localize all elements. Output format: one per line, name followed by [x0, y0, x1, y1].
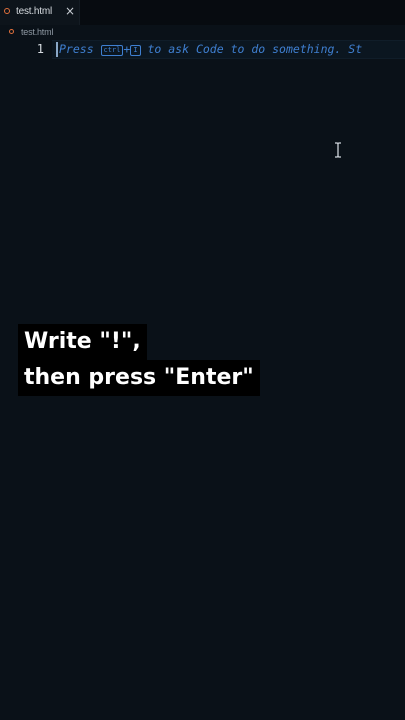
- text-cursor: [56, 42, 58, 57]
- tab-test-html[interactable]: test.html ×: [0, 0, 80, 25]
- hint-text-before: Press: [59, 42, 101, 56]
- html-file-icon: [9, 29, 14, 34]
- close-icon[interactable]: ×: [64, 4, 76, 18]
- tab-label: test.html: [16, 6, 52, 17]
- html-file-icon: [4, 8, 10, 14]
- text-cursor-icon: [335, 142, 341, 158]
- breadcrumb: [0, 25, 405, 40]
- editor-window: test.html × test.html 1 Press ctrl + I to …: [0, 0, 405, 720]
- caption-line-1: Write "!",: [18, 324, 147, 360]
- hint-plus: +: [123, 42, 131, 56]
- caption-line-2: then press "Enter": [18, 360, 260, 396]
- inline-chat-hint[interactable]: Press ctrl + I to ask Code to do something…: [59, 42, 362, 57]
- tutorial-caption: Write "!", then press "Enter": [18, 324, 260, 396]
- tab-bar: test.html ×: [0, 0, 405, 26]
- kbd-i: I: [130, 45, 141, 56]
- breadcrumb-item-file[interactable]: test.html: [21, 27, 53, 37]
- line-number: 1: [36, 42, 44, 56]
- kbd-ctrl: ctrl: [100, 45, 124, 56]
- hint-text-after: to ask Code to do something. St: [140, 42, 363, 56]
